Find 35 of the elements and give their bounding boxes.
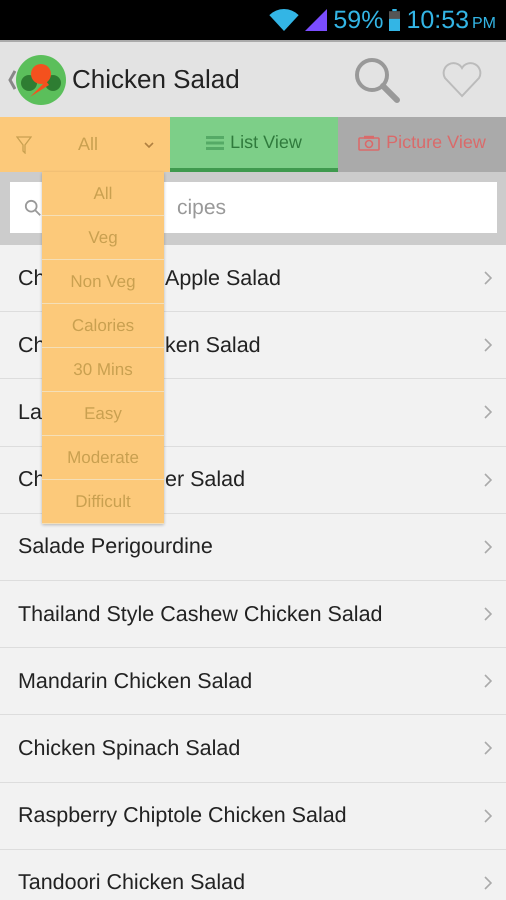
camera-icon xyxy=(358,134,380,150)
chevron-right-icon xyxy=(484,472,492,487)
heart-icon[interactable] xyxy=(442,62,482,98)
recipe-name[interactable]: Mandarin Chicken Salad xyxy=(18,668,252,694)
chevron-right-icon xyxy=(484,876,492,890)
clock: 10:53 PM xyxy=(406,6,496,34)
chevron-right-icon xyxy=(484,540,492,554)
search-placeholder: cipes xyxy=(177,196,226,220)
recipe-name[interactable]: Tandoori Chicken Salad xyxy=(18,870,246,896)
battery-percent: 59% xyxy=(333,6,384,34)
chevron-right-icon xyxy=(484,338,492,352)
chevron-right-icon xyxy=(484,674,492,688)
vegetable-logo-icon xyxy=(16,54,66,104)
recipe-name[interactable]: Thailand Style Cashew Chicken Salad xyxy=(18,602,383,627)
chevron-right-icon xyxy=(484,808,492,823)
signal-icon xyxy=(305,9,328,31)
search-icon xyxy=(24,198,42,216)
recipe-name[interactable]: Raspberry Chiptole Chicken Salad xyxy=(18,803,347,828)
recipe-name[interactable]: ken Salad xyxy=(165,332,261,358)
chevron-icon xyxy=(144,142,154,148)
recipe-name[interactable]: Salade Perigourdine xyxy=(18,534,213,560)
filter-icon xyxy=(16,136,32,154)
app-title: Chicken Salad xyxy=(72,64,240,95)
recipe-name[interactable]: er Salad xyxy=(165,467,246,492)
battery-icon xyxy=(389,9,400,31)
list-icon xyxy=(206,136,224,150)
wifi-icon xyxy=(269,9,300,31)
recipe-name[interactable]: Chicken Spinach Salad xyxy=(18,736,240,761)
recipe-name[interactable]: Apple Salad xyxy=(165,266,281,291)
chevron-right-icon xyxy=(484,741,492,756)
recipe-name[interactable]: La xyxy=(18,400,42,425)
chevron-right-icon xyxy=(484,607,492,622)
chevron-right-icon xyxy=(484,405,492,420)
chevron-right-icon xyxy=(484,271,492,286)
back-icon[interactable] xyxy=(8,70,16,90)
